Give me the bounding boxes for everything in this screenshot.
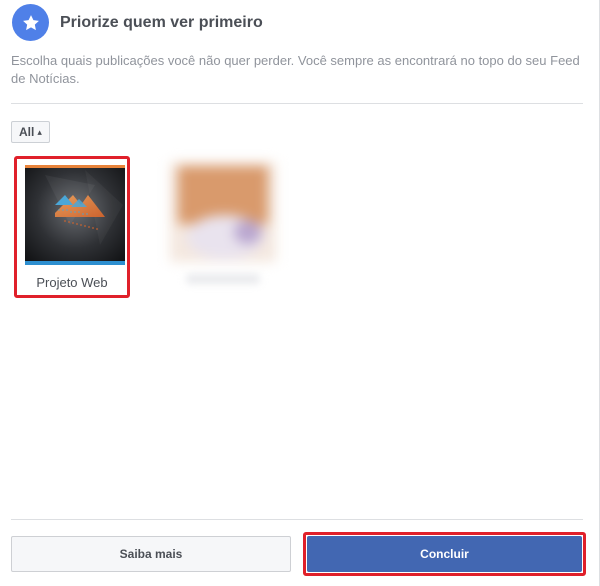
prioritize-dialog: Priorize quem ver primeiro Escolha quais… bbox=[0, 0, 600, 586]
dialog-title: Priorize quem ver primeiro bbox=[60, 13, 263, 31]
blurred-profile-name bbox=[186, 274, 260, 284]
divider bbox=[11, 519, 583, 520]
divider bbox=[11, 103, 583, 104]
dialog-description: Escolha quais publicações você não quer … bbox=[11, 53, 580, 86]
profile-card-blurred[interactable] bbox=[150, 156, 296, 326]
blurred-profile-thumbnail bbox=[170, 162, 276, 262]
filter-selected-value: All bbox=[19, 125, 35, 139]
done-button[interactable]: Concluir bbox=[307, 536, 582, 572]
learn-more-button[interactable]: Saiba mais bbox=[11, 536, 291, 572]
profile-card-selected[interactable]: Projeto Web bbox=[14, 156, 130, 298]
dialog-header: Priorize quem ver primeiro bbox=[12, 4, 263, 41]
star-icon bbox=[12, 4, 49, 41]
profile-name: Projeto Web bbox=[36, 275, 108, 290]
profile-thumbnail bbox=[25, 165, 125, 265]
filter-dropdown[interactable]: All ▴︎ bbox=[11, 121, 50, 143]
sort-caret-icon: ▴︎ bbox=[37, 126, 42, 137]
